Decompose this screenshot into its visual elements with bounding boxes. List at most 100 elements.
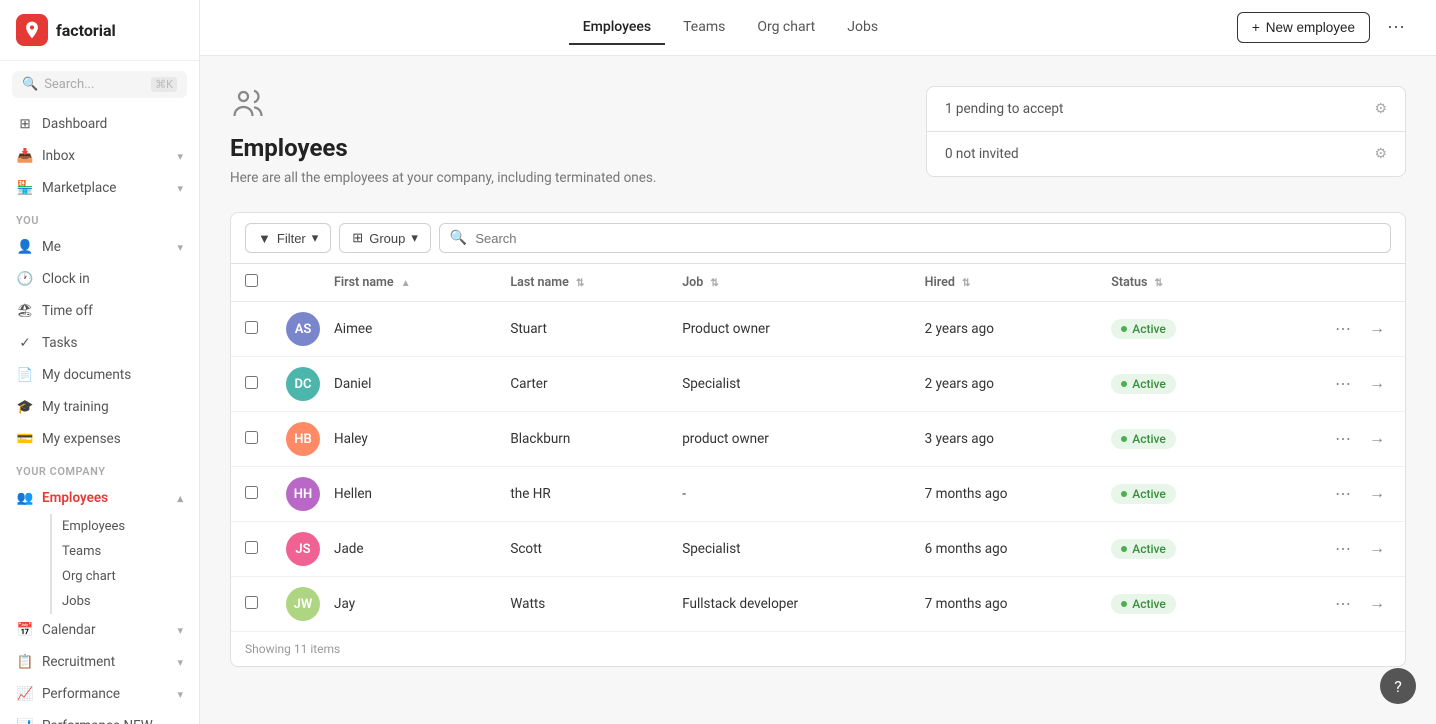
- sidebar-item-performance-new[interactable]: 📊 Performance NEW ▾: [0, 710, 199, 724]
- nav-link-org-chart[interactable]: Org chart: [743, 11, 829, 45]
- sidebar-item-performance[interactable]: 📈 Performance ▾: [0, 678, 199, 710]
- marketplace-icon: 🏪: [16, 179, 34, 197]
- job-cell: Fullstack developer: [668, 577, 910, 632]
- top-nav-right: + New employee ⋯: [1237, 12, 1412, 44]
- hired-cell: 6 months ago: [911, 522, 1098, 577]
- more-options-button[interactable]: ⋯: [1380, 12, 1412, 44]
- chevron-down-icon: ▾: [177, 720, 183, 724]
- sidebar-item-me[interactable]: 👤 Me ▾: [0, 231, 199, 263]
- sidebar-item-label: Marketplace: [42, 180, 116, 196]
- sidebar-item-my-documents[interactable]: 📄 My documents: [0, 359, 199, 391]
- row-more-button[interactable]: ⋯: [1329, 425, 1357, 453]
- row-more-button[interactable]: ⋯: [1329, 480, 1357, 508]
- page-icon: [230, 86, 896, 126]
- row-more-button[interactable]: ⋯: [1329, 535, 1357, 563]
- row-more-button[interactable]: ⋯: [1329, 590, 1357, 618]
- row-checkbox[interactable]: [245, 541, 258, 554]
- filter-chevron: ▾: [312, 230, 319, 246]
- dashboard-icon: ⊞: [16, 115, 34, 133]
- row-more-button[interactable]: ⋯: [1329, 315, 1357, 343]
- status-badge: Active: [1111, 429, 1176, 449]
- search-placeholder: Search...: [44, 77, 94, 92]
- row-checkbox[interactable]: [245, 376, 258, 389]
- sidebar-item-label: Clock in: [42, 271, 90, 287]
- sidebar-sub-item-jobs[interactable]: Jobs: [50, 589, 199, 614]
- filter-button[interactable]: ▼ Filter ▾: [245, 223, 331, 253]
- row-open-button[interactable]: →: [1363, 425, 1391, 453]
- sidebar-item-marketplace[interactable]: 🏪 Marketplace ▾: [0, 172, 199, 204]
- submenu-org-chart-label: Org chart: [62, 569, 116, 584]
- sidebar-sub-item-employees[interactable]: Employees: [50, 514, 199, 539]
- sidebar-item-dashboard[interactable]: ⊞ Dashboard: [0, 108, 199, 140]
- row-checkbox[interactable]: [245, 321, 258, 334]
- chevron-down-icon: ▾: [177, 624, 183, 637]
- clock-icon: 🕐: [16, 270, 34, 288]
- sidebar-search-container[interactable]: 🔍 Search... ⌘K: [0, 61, 199, 108]
- sidebar-item-tasks[interactable]: ✓ Tasks: [0, 327, 199, 359]
- help-button[interactable]: ?: [1380, 668, 1416, 704]
- table-row: DC Daniel Carter Specialist 2 years ago …: [231, 357, 1405, 412]
- employees-icon: 👥: [16, 489, 34, 507]
- status-dot: [1121, 601, 1127, 607]
- sidebar-sub-item-teams[interactable]: Teams: [50, 539, 199, 564]
- sidebar-item-employees[interactable]: 👥 Employees ▴: [0, 482, 199, 514]
- avatar: HB: [286, 422, 320, 456]
- table-search-input[interactable]: [475, 231, 1380, 246]
- row-checkbox[interactable]: [245, 596, 258, 609]
- status-cell: Active: [1097, 467, 1253, 522]
- sidebar-item-label: My expenses: [42, 431, 121, 447]
- sidebar-item-label: My documents: [42, 367, 131, 383]
- row-checkbox[interactable]: [245, 431, 258, 444]
- group-button[interactable]: ⊞ Group ▾: [339, 223, 431, 253]
- row-more-button[interactable]: ⋯: [1329, 370, 1357, 398]
- section-company-label: YOUR COMPANY: [0, 455, 199, 482]
- row-checkbox[interactable]: [245, 486, 258, 499]
- sidebar-item-inbox[interactable]: 📥 Inbox ▾: [0, 140, 199, 172]
- sidebar-item-my-expenses[interactable]: 💳 My expenses: [0, 423, 199, 455]
- status-dot: [1121, 381, 1127, 387]
- sidebar-item-time-off[interactable]: 🏖 Time off: [0, 295, 199, 327]
- last-name-cell: the HR: [496, 467, 668, 522]
- employees-table-container: First name ▲ Last name ⇅ Job ⇅: [230, 263, 1406, 667]
- row-open-button[interactable]: →: [1363, 535, 1391, 563]
- first-name-cell: Aimee: [320, 302, 496, 357]
- sidebar-item-calendar[interactable]: 📅 Calendar ▾: [0, 614, 199, 646]
- sidebar-item-recruitment[interactable]: 📋 Recruitment ▾: [0, 646, 199, 678]
- row-open-button[interactable]: →: [1363, 315, 1391, 343]
- row-actions: ⋯ →: [1267, 535, 1391, 563]
- sidebar-item-label: Tasks: [42, 335, 77, 351]
- recruitment-icon: 📋: [16, 653, 34, 671]
- sidebar-search-box[interactable]: 🔍 Search... ⌘K: [12, 71, 187, 98]
- new-employee-label: New employee: [1266, 20, 1355, 35]
- row-open-button[interactable]: →: [1363, 590, 1391, 618]
- sort-icon: ⇅: [962, 278, 970, 289]
- nav-link-jobs[interactable]: Jobs: [833, 11, 892, 45]
- sidebar-item-clock-in[interactable]: 🕐 Clock in: [0, 263, 199, 295]
- avatar: JW: [286, 587, 320, 621]
- row-open-button[interactable]: →: [1363, 480, 1391, 508]
- status-badge: Active: [1111, 374, 1176, 394]
- sidebar-item-label: Performance NEW: [42, 718, 153, 724]
- nav-link-teams[interactable]: Teams: [669, 11, 739, 45]
- chevron-down-icon: ▾: [177, 150, 183, 163]
- hired-cell: 3 years ago: [911, 412, 1098, 467]
- row-actions: ⋯ →: [1267, 425, 1391, 453]
- settings-icon[interactable]: ⚙: [1374, 101, 1387, 117]
- nav-link-employees[interactable]: Employees: [569, 11, 665, 45]
- settings-icon-2[interactable]: ⚙: [1374, 146, 1387, 162]
- sidebar-item-label: Calendar: [42, 622, 96, 638]
- search-icon: 🔍: [450, 230, 467, 246]
- sidebar-item-label: Me: [42, 239, 61, 255]
- col-hired: Hired ⇅: [911, 264, 1098, 302]
- row-open-button[interactable]: →: [1363, 370, 1391, 398]
- content-area: Employees Here are all the employees at …: [200, 56, 1436, 724]
- sidebar-item-label: Inbox: [42, 148, 75, 164]
- sidebar-sub-item-org-chart[interactable]: Org chart: [50, 564, 199, 589]
- table-section: ▼ Filter ▾ ⊞ Group ▾ 🔍: [230, 212, 1406, 667]
- timeoff-icon: 🏖: [16, 302, 34, 320]
- new-employee-button[interactable]: + New employee: [1237, 12, 1370, 43]
- sidebar-item-my-training[interactable]: 🎓 My training: [0, 391, 199, 423]
- select-all-checkbox[interactable]: [245, 274, 258, 287]
- performance-icon: 📈: [16, 685, 34, 703]
- table-search-bar[interactable]: 🔍: [439, 223, 1391, 253]
